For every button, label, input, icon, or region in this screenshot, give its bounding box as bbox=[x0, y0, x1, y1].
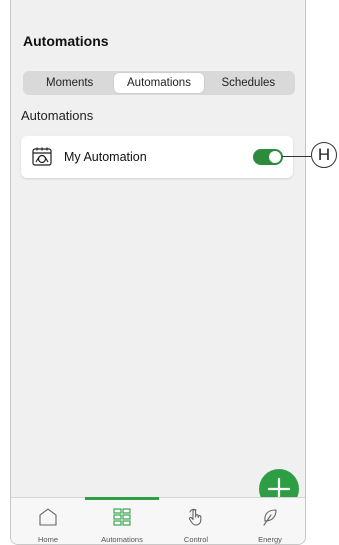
tab-energy-label: Energy bbox=[258, 535, 282, 544]
home-icon bbox=[38, 507, 58, 527]
tab-home[interactable]: Home bbox=[11, 498, 85, 544]
callout-badge: H bbox=[311, 142, 337, 168]
section-title: Automations bbox=[21, 108, 94, 123]
automation-icon bbox=[31, 146, 53, 168]
segment-schedules[interactable]: Schedules bbox=[204, 73, 293, 93]
tab-energy[interactable]: Energy bbox=[233, 498, 305, 544]
hand-icon bbox=[186, 507, 206, 527]
grid-icon bbox=[112, 507, 132, 527]
automation-toggle[interactable] bbox=[253, 149, 283, 165]
bottom-tab-bar: Home Automations Control Energy bbox=[11, 497, 305, 544]
tab-automations[interactable]: Automations bbox=[85, 497, 159, 544]
page-title: Automations bbox=[23, 33, 109, 49]
automation-card[interactable]: My Automation bbox=[21, 136, 293, 178]
tab-control[interactable]: Control bbox=[159, 498, 233, 544]
leaf-icon bbox=[260, 507, 280, 527]
segmented-control: Moments Automations Schedules bbox=[23, 71, 295, 95]
phone-screen: Automations Moments Automations Schedule… bbox=[10, 0, 306, 545]
toggle-knob bbox=[269, 151, 281, 163]
tab-control-label: Control bbox=[183, 535, 209, 544]
segment-moments[interactable]: Moments bbox=[25, 73, 114, 93]
callout-line bbox=[282, 156, 311, 157]
tab-automations-label: Automations bbox=[101, 535, 143, 544]
automation-label: My Automation bbox=[64, 150, 147, 164]
tab-home-label: Home bbox=[37, 535, 58, 544]
segment-automations[interactable]: Automations bbox=[114, 73, 204, 93]
